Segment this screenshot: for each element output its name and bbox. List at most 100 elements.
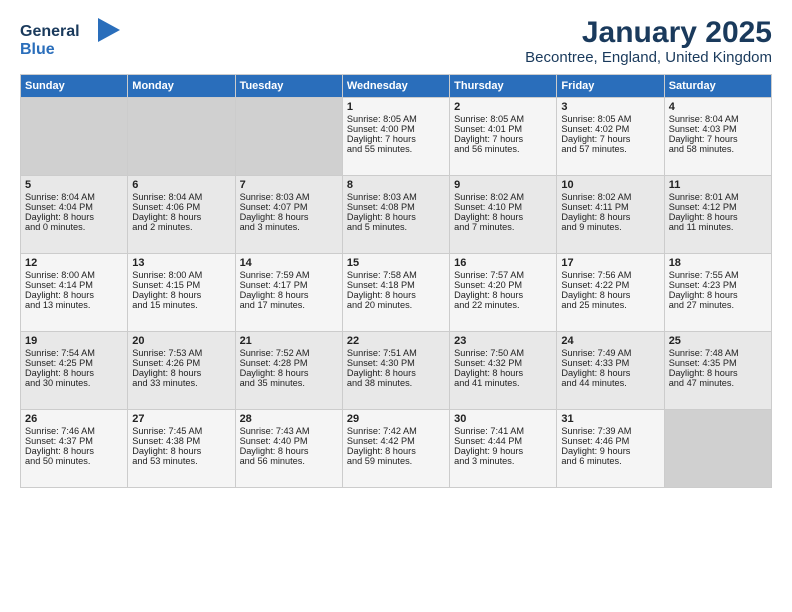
day-number: 24 — [561, 335, 659, 347]
day-number: 25 — [669, 335, 767, 347]
calendar: SundayMondayTuesdayWednesdayThursdayFrid… — [20, 74, 772, 488]
day-number: 8 — [347, 179, 445, 191]
cell-info: Daylight: 8 hours — [240, 290, 338, 300]
day-number: 14 — [240, 257, 338, 269]
cell-info: Sunset: 4:33 PM — [561, 358, 659, 368]
calendar-cell: 4Sunrise: 8:04 AMSunset: 4:03 PMDaylight… — [664, 98, 771, 176]
cell-info: Sunset: 4:23 PM — [669, 280, 767, 290]
cell-info: Daylight: 8 hours — [132, 368, 230, 378]
page-title: January 2025 — [525, 16, 772, 49]
cell-info: Sunset: 4:37 PM — [25, 436, 123, 446]
cell-info: Sunrise: 8:03 AM — [347, 192, 445, 202]
calendar-cell: 31Sunrise: 7:39 AMSunset: 4:46 PMDayligh… — [557, 410, 664, 488]
day-number: 7 — [240, 179, 338, 191]
calendar-cell: 24Sunrise: 7:49 AMSunset: 4:33 PMDayligh… — [557, 332, 664, 410]
cell-info: Daylight: 8 hours — [454, 290, 552, 300]
cell-info: and 0 minutes. — [25, 222, 123, 232]
cell-info: and 38 minutes. — [347, 378, 445, 388]
cell-info: Daylight: 7 hours — [454, 134, 552, 144]
cell-info: Sunset: 4:10 PM — [454, 202, 552, 212]
cell-info: Sunset: 4:22 PM — [561, 280, 659, 290]
day-number: 30 — [454, 413, 552, 425]
day-number: 27 — [132, 413, 230, 425]
day-number: 10 — [561, 179, 659, 191]
cell-info: Sunrise: 7:52 AM — [240, 348, 338, 358]
page-subtitle: Becontree, England, United Kingdom — [525, 49, 772, 66]
calendar-cell: 21Sunrise: 7:52 AMSunset: 4:28 PMDayligh… — [235, 332, 342, 410]
calendar-week-3: 12Sunrise: 8:00 AMSunset: 4:14 PMDayligh… — [21, 254, 772, 332]
cell-info: Sunset: 4:35 PM — [669, 358, 767, 368]
day-header-thursday: Thursday — [450, 75, 557, 98]
cell-info: Sunrise: 8:02 AM — [454, 192, 552, 202]
cell-info: Sunset: 4:00 PM — [347, 124, 445, 134]
cell-info: Sunrise: 7:55 AM — [669, 270, 767, 280]
cell-info: Daylight: 8 hours — [25, 368, 123, 378]
svg-text:General: General — [20, 23, 80, 40]
cell-info: Daylight: 8 hours — [561, 368, 659, 378]
calendar-cell: 8Sunrise: 8:03 AMSunset: 4:08 PMDaylight… — [342, 176, 449, 254]
cell-info: Sunset: 4:26 PM — [132, 358, 230, 368]
cell-info: Sunrise: 7:50 AM — [454, 348, 552, 358]
cell-info: Daylight: 8 hours — [25, 212, 123, 222]
cell-info: Sunset: 4:06 PM — [132, 202, 230, 212]
cell-info: and 41 minutes. — [454, 378, 552, 388]
day-number: 9 — [454, 179, 552, 191]
calendar-week-1: 1Sunrise: 8:05 AMSunset: 4:00 PMDaylight… — [21, 98, 772, 176]
cell-info: Sunset: 4:40 PM — [240, 436, 338, 446]
day-number: 29 — [347, 413, 445, 425]
cell-info: Daylight: 8 hours — [669, 368, 767, 378]
calendar-cell: 28Sunrise: 7:43 AMSunset: 4:40 PMDayligh… — [235, 410, 342, 488]
cell-info: Sunset: 4:28 PM — [240, 358, 338, 368]
cell-info: Sunset: 4:46 PM — [561, 436, 659, 446]
calendar-cell: 22Sunrise: 7:51 AMSunset: 4:30 PMDayligh… — [342, 332, 449, 410]
day-number: 2 — [454, 101, 552, 113]
cell-info: Daylight: 7 hours — [347, 134, 445, 144]
cell-info: Daylight: 8 hours — [25, 446, 123, 456]
cell-info: and 50 minutes. — [25, 456, 123, 466]
cell-info: Sunrise: 7:57 AM — [454, 270, 552, 280]
day-number: 22 — [347, 335, 445, 347]
cell-info: and 6 minutes. — [561, 456, 659, 466]
cell-info: Daylight: 8 hours — [669, 212, 767, 222]
calendar-cell: 9Sunrise: 8:02 AMSunset: 4:10 PMDaylight… — [450, 176, 557, 254]
cell-info: Sunrise: 7:49 AM — [561, 348, 659, 358]
cell-info: Daylight: 7 hours — [669, 134, 767, 144]
logo-area: General Blue — [20, 16, 130, 66]
day-number: 20 — [132, 335, 230, 347]
cell-info: Daylight: 8 hours — [347, 290, 445, 300]
cell-info: Sunset: 4:15 PM — [132, 280, 230, 290]
cell-info: Sunrise: 7:48 AM — [669, 348, 767, 358]
cell-info: and 58 minutes. — [669, 144, 767, 154]
logo: General Blue — [20, 16, 130, 66]
day-number: 16 — [454, 257, 552, 269]
cell-info: Sunrise: 7:58 AM — [347, 270, 445, 280]
day-number: 28 — [240, 413, 338, 425]
cell-info: and 13 minutes. — [25, 300, 123, 310]
cell-info: Sunset: 4:08 PM — [347, 202, 445, 212]
cell-info: and 25 minutes. — [561, 300, 659, 310]
cell-info: Sunset: 4:02 PM — [561, 124, 659, 134]
cell-info: Daylight: 9 hours — [454, 446, 552, 456]
cell-info: Sunrise: 7:54 AM — [25, 348, 123, 358]
day-number: 17 — [561, 257, 659, 269]
calendar-cell: 30Sunrise: 7:41 AMSunset: 4:44 PMDayligh… — [450, 410, 557, 488]
cell-info: Daylight: 8 hours — [669, 290, 767, 300]
cell-info: Sunrise: 8:05 AM — [454, 114, 552, 124]
cell-info: Sunset: 4:20 PM — [454, 280, 552, 290]
cell-info: Sunrise: 7:46 AM — [25, 426, 123, 436]
cell-info: Sunset: 4:17 PM — [240, 280, 338, 290]
cell-info: and 3 minutes. — [454, 456, 552, 466]
cell-info: and 59 minutes. — [347, 456, 445, 466]
day-header-tuesday: Tuesday — [235, 75, 342, 98]
cell-info: Sunrise: 8:04 AM — [132, 192, 230, 202]
calendar-cell: 7Sunrise: 8:03 AMSunset: 4:07 PMDaylight… — [235, 176, 342, 254]
cell-info: Sunset: 4:01 PM — [454, 124, 552, 134]
cell-info: Sunset: 4:44 PM — [454, 436, 552, 446]
day-number: 5 — [25, 179, 123, 191]
calendar-cell: 26Sunrise: 7:46 AMSunset: 4:37 PMDayligh… — [21, 410, 128, 488]
cell-info: Sunrise: 8:02 AM — [561, 192, 659, 202]
cell-info: and 30 minutes. — [25, 378, 123, 388]
day-header-monday: Monday — [128, 75, 235, 98]
cell-info: and 17 minutes. — [240, 300, 338, 310]
cell-info: and 20 minutes. — [347, 300, 445, 310]
